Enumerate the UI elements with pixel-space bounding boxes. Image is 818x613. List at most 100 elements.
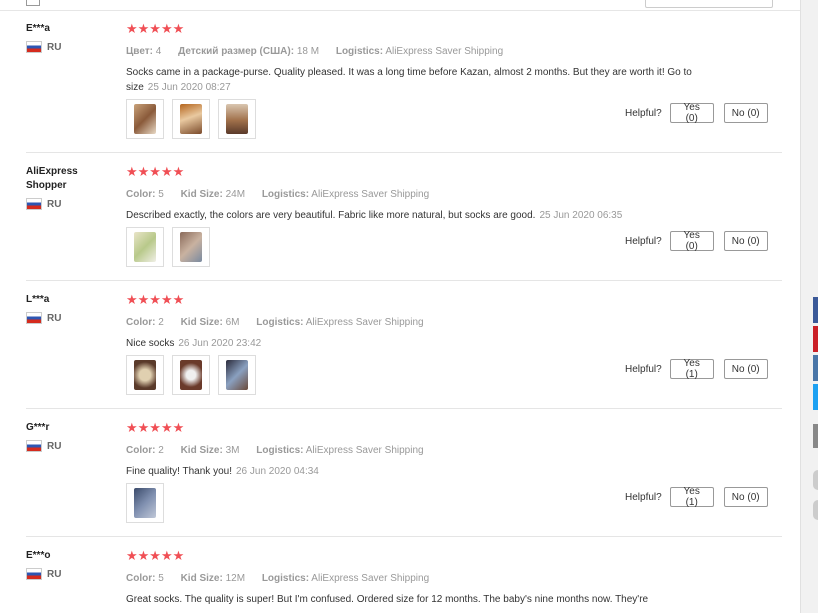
reviewer-country: RU (26, 440, 116, 452)
feedback-icon[interactable] (813, 500, 818, 520)
attr-label: Kid Size: (180, 573, 223, 584)
review-item: L***a RU ★★★★★ Color: 2 Kid Size: 6M Log… (26, 293, 782, 409)
review-item: G***r RU ★★★★★ Color: 2 Kid Size: 3M Log… (26, 421, 782, 537)
attr-value: 6M (225, 317, 240, 328)
reviewer-country: RU (26, 41, 116, 53)
review-text: Described exactly, the colors are very b… (126, 208, 706, 223)
country-code: RU (47, 568, 62, 580)
review-text: Nice socks 26 Jun 2020 23:42 (126, 336, 706, 351)
attr-label: Color: (126, 317, 156, 328)
review-photo[interactable] (172, 99, 210, 139)
sku-info: Color: 5 Kid Size: 12M Logistics: AliExp… (126, 573, 706, 585)
review-photos (126, 227, 706, 267)
attr-value: 3M (225, 445, 240, 456)
facebook-share-icon[interactable] (813, 297, 818, 323)
attr-value: AliExpress Saver Shipping (305, 445, 424, 456)
attr-value: 5 (158, 189, 164, 200)
russia-flag-icon (26, 41, 42, 53)
review-item: E***a RU ★★★★★ Цвет: 4 Детский размер (С… (26, 22, 782, 153)
attr-value: 18 M (296, 46, 320, 57)
reviewer-name: G***r (26, 422, 50, 433)
helpful-label: Helpful? (625, 107, 662, 119)
review-photo[interactable] (126, 99, 164, 139)
helpful-vote: Helpful? Yes (0) No (0) (625, 102, 785, 124)
review-photos (126, 355, 706, 395)
attr-label: Kid Size: (180, 445, 223, 456)
reviewer-country: RU (26, 198, 116, 210)
review-photo[interactable] (172, 227, 210, 267)
russia-flag-icon (26, 568, 42, 580)
more-share-icon[interactable] (813, 424, 818, 448)
review-photo[interactable] (126, 355, 164, 395)
helpful-no-button[interactable]: No (0) (723, 487, 768, 507)
reviewer: E***a RU (26, 22, 116, 53)
attr-value: 2 (158, 445, 164, 456)
review-photos (126, 99, 706, 139)
review-date: 25 Jun 2020 08:27 (147, 82, 231, 93)
reviewer-country: RU (26, 568, 116, 580)
helpful-label: Helpful? (625, 491, 662, 503)
review-text: Great socks. The quality is super! But I… (126, 592, 706, 607)
helpful-yes-button[interactable]: Yes (1) (669, 486, 714, 508)
review-date: 26 Jun 2020 23:42 (178, 338, 262, 349)
attr-label: Logistics: (335, 46, 384, 57)
attr-value: 5 (158, 573, 164, 584)
review-item: E***o RU ★★★★★ Color: 5 Kid Size: 12M Lo… (26, 549, 782, 613)
review-photo[interactable] (126, 483, 164, 523)
sku-info: Color: 2 Kid Size: 3M Logistics: AliExpr… (126, 445, 706, 457)
review-body: Great socks. The quality is super! But I… (126, 594, 649, 605)
star-rating: ★★★★★ (126, 420, 185, 435)
helpful-vote: Helpful? Yes (1) No (0) (625, 358, 785, 380)
helpful-no-button[interactable]: No (0) (723, 103, 768, 123)
attr-label: Цвет: (126, 46, 153, 57)
review-item: AliExpress Shopper RU ★★★★★ Color: 5 Kid… (26, 165, 782, 281)
helpful-yes-button[interactable]: Yes (1) (669, 358, 714, 380)
attr-value: 4 (155, 46, 162, 57)
star-rating: ★★★★★ (126, 549, 185, 563)
sku-info: Color: 5 Kid Size: 24M Logistics: AliExp… (126, 189, 706, 201)
helpful-vote: Helpful? Yes (1) No (0) (625, 486, 785, 508)
attr-value: AliExpress Saver Shipping (311, 189, 430, 200)
attr-label: Color: (126, 445, 156, 456)
reviewer: L***a RU (26, 293, 116, 324)
review-photo[interactable] (218, 99, 256, 139)
attr-value: AliExpress Saver Shipping (385, 46, 504, 57)
review-photo[interactable] (126, 227, 164, 267)
vk-share-icon[interactable] (813, 355, 818, 381)
helpful-yes-button[interactable]: Yes (0) (669, 102, 714, 124)
country-code: RU (47, 41, 62, 53)
sort-bar (0, 0, 800, 11)
review-photo[interactable] (172, 355, 210, 395)
helpful-label: Helpful? (625, 235, 662, 247)
attr-label: Kid Size: (180, 317, 223, 328)
helpful-vote: Helpful? Yes (0) No (0) (625, 230, 785, 252)
helpful-no-button[interactable]: No (0) (723, 231, 768, 251)
pinterest-share-icon[interactable] (813, 326, 818, 352)
sku-info: Color: 2 Kid Size: 6M Logistics: AliExpr… (126, 317, 706, 329)
review-photo[interactable] (218, 355, 256, 395)
review-body: Nice socks (126, 338, 175, 349)
helpful-yes-button[interactable]: Yes (0) (669, 230, 714, 252)
attr-label: Logistics: (256, 445, 304, 456)
attr-label: Kid Size: (180, 189, 223, 200)
twitter-share-icon[interactable] (813, 384, 818, 410)
attr-label: Logistics: (261, 189, 310, 200)
reviewer-name: E***o (26, 550, 51, 561)
filter-checkbox[interactable] (26, 0, 40, 6)
review-text: Socks came in a package-purse. Quality p… (126, 65, 706, 95)
sort-select[interactable] (645, 0, 773, 8)
review-body: Described exactly, the colors are very b… (126, 210, 536, 221)
helpful-no-button[interactable]: No (0) (723, 359, 768, 379)
reviewer: E***o RU (26, 549, 116, 580)
reviewer-name: L***a (26, 294, 50, 305)
review-photos (126, 483, 706, 523)
attr-value: 12M (225, 573, 246, 584)
review-text: Fine quality! Thank you! 26 Jun 2020 04:3… (126, 464, 706, 479)
reviewer-country: RU (26, 312, 116, 324)
attr-label: Logistics: (261, 573, 310, 584)
attr-label: Детский размер (США): (178, 46, 295, 57)
back-to-top-icon[interactable] (813, 470, 818, 490)
attr-value: AliExpress Saver Shipping (305, 317, 424, 328)
reviewer: G***r RU (26, 421, 116, 452)
country-code: RU (47, 440, 62, 452)
